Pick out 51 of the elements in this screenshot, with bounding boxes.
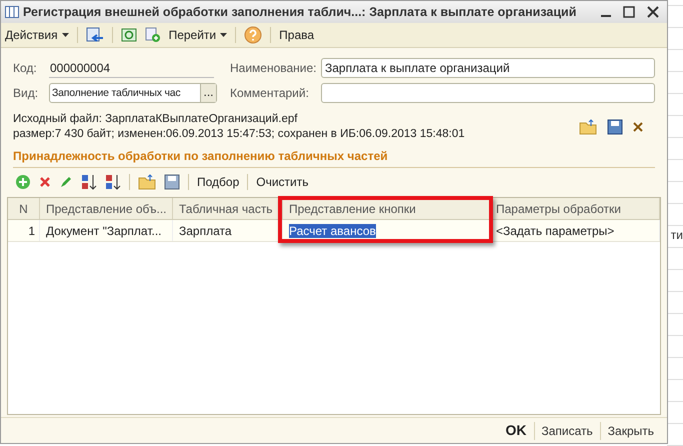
comment-field[interactable] — [321, 83, 655, 103]
folder-icon[interactable] — [579, 119, 597, 135]
kind-label: Вид: — [13, 85, 40, 102]
actions-menu[interactable]: Действия — [5, 26, 69, 44]
column-header[interactable]: Представление объ... — [40, 198, 173, 219]
column-header[interactable]: Параметры обработки — [490, 198, 660, 219]
file-details: размер:7 430 байт; изменен:06.09.2013 15:47:53; сохранен в ИБ:06.09.2013 15:48:01 — [13, 127, 465, 142]
background-text: ти — [670, 227, 683, 244]
dialog-button[interactable]: OK — [498, 420, 534, 441]
file-info: Исходный файл: ЗарплатаКВыплатеОрганизаций.epf — [13, 112, 298, 127]
table-icon — [5, 6, 19, 18]
column-header[interactable]: N — [8, 198, 40, 219]
sort-ascending-icon[interactable] — [81, 173, 97, 191]
table-cell: Зарплата — [179, 224, 232, 238]
code-field[interactable]: 000000004 — [49, 58, 214, 78]
section-title: Принадлежность обработки по заполнению табличных частей — [13, 147, 655, 168]
window-title: Регистрация внешней обработки заполнения таблич...: Зарплата к выплате организаций — [23, 4, 576, 21]
rights-button[interactable]: Права — [279, 26, 314, 44]
refresh-icon[interactable] — [120, 27, 137, 43]
pencil-icon[interactable] — [59, 175, 73, 189]
table-cell: <Задать параметры> — [496, 224, 614, 238]
goto-menu[interactable]: Перейти — [168, 26, 228, 44]
caret-icon — [220, 33, 228, 37]
column-header[interactable]: Табличная часть — [173, 198, 283, 219]
name-field[interactable]: Зарплата к выплате организаций — [321, 58, 655, 78]
document-arrow-icon[interactable] — [86, 27, 104, 43]
column-header[interactable]: Представление кнопки — [283, 198, 490, 219]
dialog-button[interactable]: Закрыть — [600, 422, 661, 440]
kind-field[interactable]: Заполнение табличных час ... — [49, 83, 217, 103]
sort-descending-icon[interactable] — [105, 173, 121, 191]
delete-icon[interactable] — [39, 176, 51, 188]
close-icon[interactable] — [647, 6, 659, 18]
comment-label: Комментарий: — [230, 85, 310, 102]
save-icon[interactable] — [164, 174, 180, 190]
select-button[interactable]: ... — [200, 84, 216, 102]
folder-icon[interactable] — [138, 174, 156, 190]
save-icon[interactable] — [607, 119, 623, 135]
table-cell: Расчет авансов — [289, 224, 376, 238]
table-cell: Документ "Зарплат... — [46, 224, 162, 238]
add-icon[interactable] — [15, 174, 31, 190]
code-label: Код: — [13, 60, 38, 77]
maximize-icon[interactable] — [623, 6, 635, 18]
clear-button[interactable]: Очистить — [256, 173, 309, 191]
name-label: Наименование: — [230, 60, 318, 77]
help-icon[interactable] — [244, 26, 262, 44]
table-cell: 1 — [28, 224, 35, 238]
document-add-icon[interactable] — [144, 27, 161, 43]
pick-button[interactable]: Подбор — [197, 173, 240, 191]
delete-icon[interactable] — [633, 122, 643, 132]
dialog-button[interactable]: Записать — [534, 422, 600, 440]
caret-icon — [62, 33, 69, 37]
